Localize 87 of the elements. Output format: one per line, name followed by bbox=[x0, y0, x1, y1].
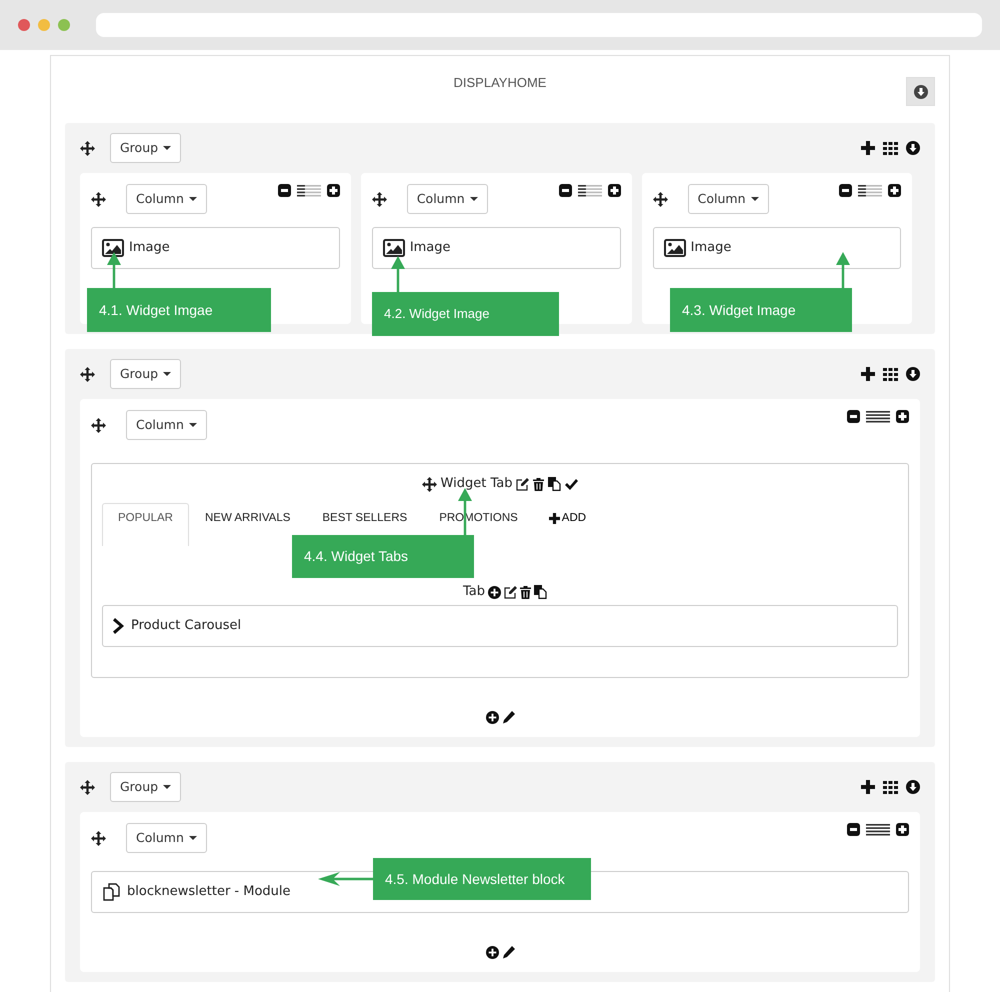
plus-icon[interactable] bbox=[326, 184, 340, 197]
plus-icon[interactable] bbox=[608, 184, 621, 197]
column-dropdown[interactable]: Column bbox=[406, 184, 488, 214]
image-widget[interactable]: Image bbox=[652, 227, 902, 269]
add-icon[interactable] bbox=[861, 141, 875, 155]
move-icon[interactable] bbox=[80, 366, 95, 382]
image-widget[interactable]: Image bbox=[372, 227, 621, 269]
column-dropdown[interactable]: Column bbox=[126, 184, 207, 214]
widget-label: Image bbox=[129, 239, 170, 258]
column-width-icon[interactable] bbox=[296, 184, 321, 196]
move-icon[interactable] bbox=[91, 192, 106, 206]
copy-icon[interactable] bbox=[548, 477, 562, 491]
minus-icon[interactable] bbox=[558, 184, 572, 197]
minus-icon[interactable] bbox=[847, 410, 860, 423]
collapse-button[interactable] bbox=[906, 77, 935, 106]
group-dropdown[interactable]: Group bbox=[110, 359, 182, 389]
callout-label: 4.1. Widget Imgae bbox=[87, 288, 271, 332]
tab[interactable]: POPULAR bbox=[102, 503, 189, 546]
page-title: DISPLAYHOME bbox=[454, 74, 546, 92]
move-icon[interactable] bbox=[652, 192, 668, 206]
move-icon[interactable] bbox=[422, 476, 437, 492]
edit-icon[interactable] bbox=[516, 478, 530, 490]
add-icon[interactable] bbox=[861, 780, 875, 794]
tab[interactable]: BEST SELLERS bbox=[306, 503, 424, 534]
minus-icon[interactable] bbox=[278, 184, 291, 197]
move-icon[interactable] bbox=[80, 780, 95, 794]
callout-label: 4.4. Widget Tabs bbox=[292, 535, 474, 578]
callout-arrow bbox=[107, 252, 121, 290]
callout-label: 4.3. Widget Image bbox=[670, 288, 852, 332]
column-width-icon[interactable] bbox=[866, 410, 890, 422]
minus-icon[interactable] bbox=[839, 184, 852, 197]
maximize-dot[interactable] bbox=[58, 19, 70, 31]
add-circle-icon[interactable] bbox=[486, 946, 498, 962]
move-icon[interactable] bbox=[80, 140, 95, 156]
check-icon[interactable] bbox=[565, 478, 578, 490]
group-dropdown[interactable]: Group bbox=[110, 133, 182, 163]
grid-icon[interactable] bbox=[883, 142, 898, 154]
widget-label: Product Carousel bbox=[131, 617, 242, 636]
move-icon[interactable] bbox=[372, 192, 387, 206]
callout-arrow bbox=[318, 872, 373, 886]
edit-icon[interactable] bbox=[504, 586, 517, 598]
column-dropdown[interactable]: Column bbox=[688, 184, 768, 214]
trash-icon[interactable] bbox=[520, 586, 531, 598]
column-width-icon[interactable] bbox=[866, 824, 890, 836]
column-dropdown[interactable]: Column bbox=[126, 410, 207, 440]
down-circle-icon[interactable] bbox=[906, 141, 920, 155]
widget-label: Image bbox=[410, 239, 451, 258]
tab[interactable]: NEW ARRIVALS bbox=[188, 503, 306, 534]
close-dot[interactable] bbox=[18, 19, 30, 31]
carousel-row[interactable]: Product Carousel bbox=[102, 605, 898, 647]
callout-arrow bbox=[391, 256, 405, 292]
grid-icon[interactable] bbox=[883, 780, 898, 794]
down-circle-icon[interactable] bbox=[906, 367, 920, 381]
callout-arrow bbox=[836, 252, 850, 288]
move-icon[interactable] bbox=[91, 830, 106, 846]
minimize-dot[interactable] bbox=[38, 19, 50, 31]
image-icon bbox=[664, 239, 686, 257]
widget-label: Image bbox=[690, 239, 732, 258]
column-width-icon[interactable] bbox=[578, 184, 602, 196]
minus-icon[interactable] bbox=[847, 823, 860, 836]
widget-title: Widget Tab bbox=[440, 475, 512, 494]
copy-icon[interactable] bbox=[534, 585, 547, 599]
grid-icon[interactable] bbox=[883, 368, 898, 380]
group-dropdown[interactable]: Group bbox=[110, 772, 182, 802]
callout-label: 4.5. Module Newsletter block bbox=[373, 858, 591, 900]
add-circle-icon[interactable] bbox=[486, 711, 498, 727]
add-icon[interactable] bbox=[861, 367, 875, 381]
plus-icon[interactable] bbox=[896, 823, 909, 836]
plus-icon[interactable] bbox=[896, 410, 909, 423]
plus-icon[interactable] bbox=[888, 184, 902, 197]
image-widget[interactable]: Image bbox=[91, 227, 340, 269]
widget-label: blocknewsletter - Module bbox=[127, 883, 291, 902]
image-icon bbox=[102, 239, 124, 257]
column-dropdown[interactable]: Column bbox=[126, 823, 207, 853]
chevron-icon bbox=[113, 618, 125, 634]
column-width-icon[interactable] bbox=[858, 184, 882, 196]
move-icon[interactable] bbox=[91, 418, 106, 432]
add-circle-icon[interactable] bbox=[488, 586, 501, 598]
image-icon bbox=[382, 239, 405, 257]
down-circle-icon[interactable] bbox=[906, 780, 920, 794]
down-circle-icon bbox=[914, 84, 928, 98]
add-tab-button[interactable]: ADD bbox=[534, 503, 602, 534]
tab-label: Tab bbox=[462, 583, 485, 602]
module-icon bbox=[102, 882, 122, 902]
callout-label: 4.2. Widget Image bbox=[372, 292, 559, 336]
plus-icon bbox=[548, 513, 560, 524]
trash-icon[interactable] bbox=[533, 478, 544, 490]
